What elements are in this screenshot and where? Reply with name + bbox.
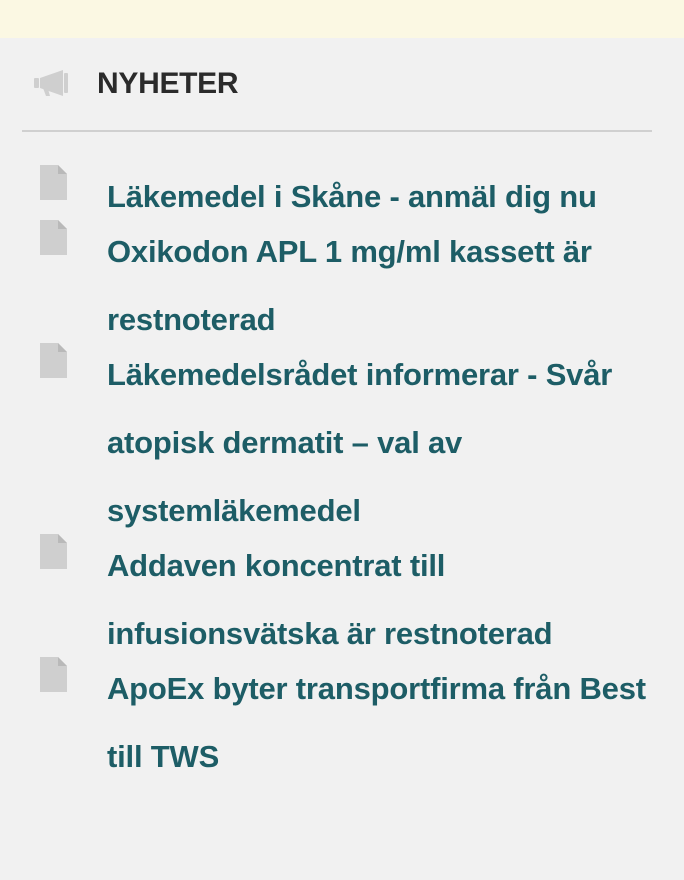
news-list: Läkemedel i Skåne - anmäl dig nu Oxikodo… <box>0 165 684 793</box>
header-divider <box>22 130 652 132</box>
document-icon <box>40 165 67 200</box>
news-header: NYHETER <box>0 38 684 132</box>
megaphone-icon <box>33 69 73 97</box>
news-item-4: Addaven koncentrat till infusionsvätska … <box>0 532 684 668</box>
news-panel: NYHETER Läkemedel i Skåne - anmäl dig nu… <box>0 38 684 880</box>
news-link-lakemedelsradet[interactable]: Läkemedelsrådet informerar - Svår atopis… <box>107 341 657 545</box>
news-item-5: ApoEx byter transportfirma från Best til… <box>0 655 684 791</box>
news-link-oxikodon[interactable]: Oxikodon APL 1 mg/ml kassett är restnote… <box>107 218 657 354</box>
document-icon <box>40 534 67 569</box>
news-link-apoex[interactable]: ApoEx byter transportfirma från Best til… <box>107 655 657 791</box>
document-icon <box>40 657 67 692</box>
news-item-3: Läkemedelsrådet informerar - Svår atopis… <box>0 341 684 545</box>
document-icon <box>40 220 67 255</box>
news-item-2: Oxikodon APL 1 mg/ml kassett är restnote… <box>0 218 684 354</box>
document-icon <box>40 343 67 378</box>
news-section-title: NYHETER <box>97 67 239 100</box>
news-link-addaven[interactable]: Addaven koncentrat till infusionsvätska … <box>107 532 657 668</box>
top-notice-banner <box>0 0 684 38</box>
